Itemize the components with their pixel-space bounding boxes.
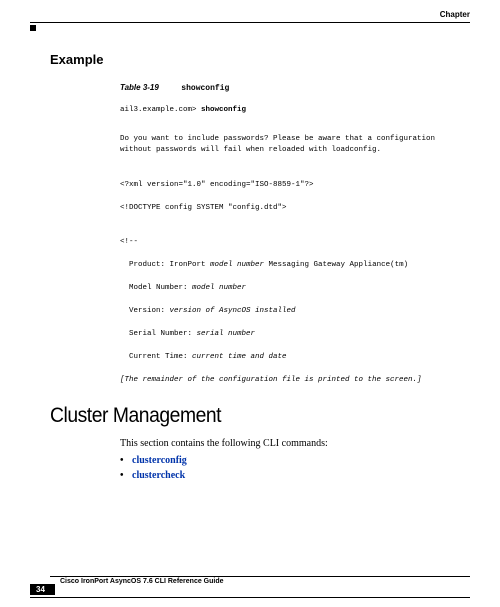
cli-question: Do you want to include passwords? Please… bbox=[120, 134, 470, 156]
table-caption: Table 3-19 showconfig bbox=[120, 77, 470, 95]
cli-remainder: [The remainder of the configuration file… bbox=[120, 375, 470, 386]
cli-serial-line: Serial Number: serial number bbox=[120, 329, 470, 340]
cli-command-list: clusterconfig clustercheck bbox=[120, 455, 470, 481]
cli-comment-open: <!-- bbox=[120, 237, 470, 248]
cli-model-line: Model Number: model number bbox=[120, 283, 470, 294]
header-chapter: Chapter bbox=[440, 10, 470, 19]
header-mark bbox=[30, 25, 36, 31]
link-clustercheck[interactable]: clustercheck bbox=[132, 470, 185, 481]
table-command-name: showconfig bbox=[181, 84, 229, 93]
header-rule bbox=[30, 22, 470, 23]
page-number: 34 bbox=[30, 584, 55, 595]
footer-title: Cisco IronPort AsyncOS 7.6 CLI Reference… bbox=[60, 578, 470, 585]
page-content: Example Table 3-19 showconfig ail3.examp… bbox=[50, 52, 470, 485]
footer: Cisco IronPort AsyncOS 7.6 CLI Reference… bbox=[30, 576, 470, 585]
link-clusterconfig[interactable]: clusterconfig bbox=[132, 455, 187, 466]
footer-rule bbox=[50, 576, 470, 577]
cli-prompt-line: ail3.example.com> showconfig bbox=[120, 105, 470, 116]
list-item: clustercheck bbox=[120, 470, 470, 481]
table-label: Table 3-19 bbox=[120, 83, 159, 92]
cli-version-line: Version: version of AsyncOS installed bbox=[120, 306, 470, 317]
list-item: clusterconfig bbox=[120, 455, 470, 466]
cli-product-line: Product: IronPort model number Messaging… bbox=[120, 260, 470, 271]
footer-rule-2 bbox=[30, 597, 470, 598]
cli-doctype: <!DOCTYPE config SYSTEM "config.dtd"> bbox=[120, 203, 470, 214]
cli-time-line: Current Time: current time and date bbox=[120, 352, 470, 363]
section-heading: Cluster Management bbox=[50, 404, 436, 428]
cli-prompt-host: ail3.example.com> bbox=[120, 106, 197, 114]
cli-prompt-cmd: showconfig bbox=[201, 106, 246, 114]
section-intro: This section contains the following CLI … bbox=[120, 438, 470, 449]
example-heading: Example bbox=[50, 52, 470, 67]
cli-xml-decl: <?xml version="1.0" encoding="ISO-8859-1… bbox=[120, 180, 470, 191]
cli-output: ail3.example.com> showconfig Do you want… bbox=[120, 105, 470, 386]
